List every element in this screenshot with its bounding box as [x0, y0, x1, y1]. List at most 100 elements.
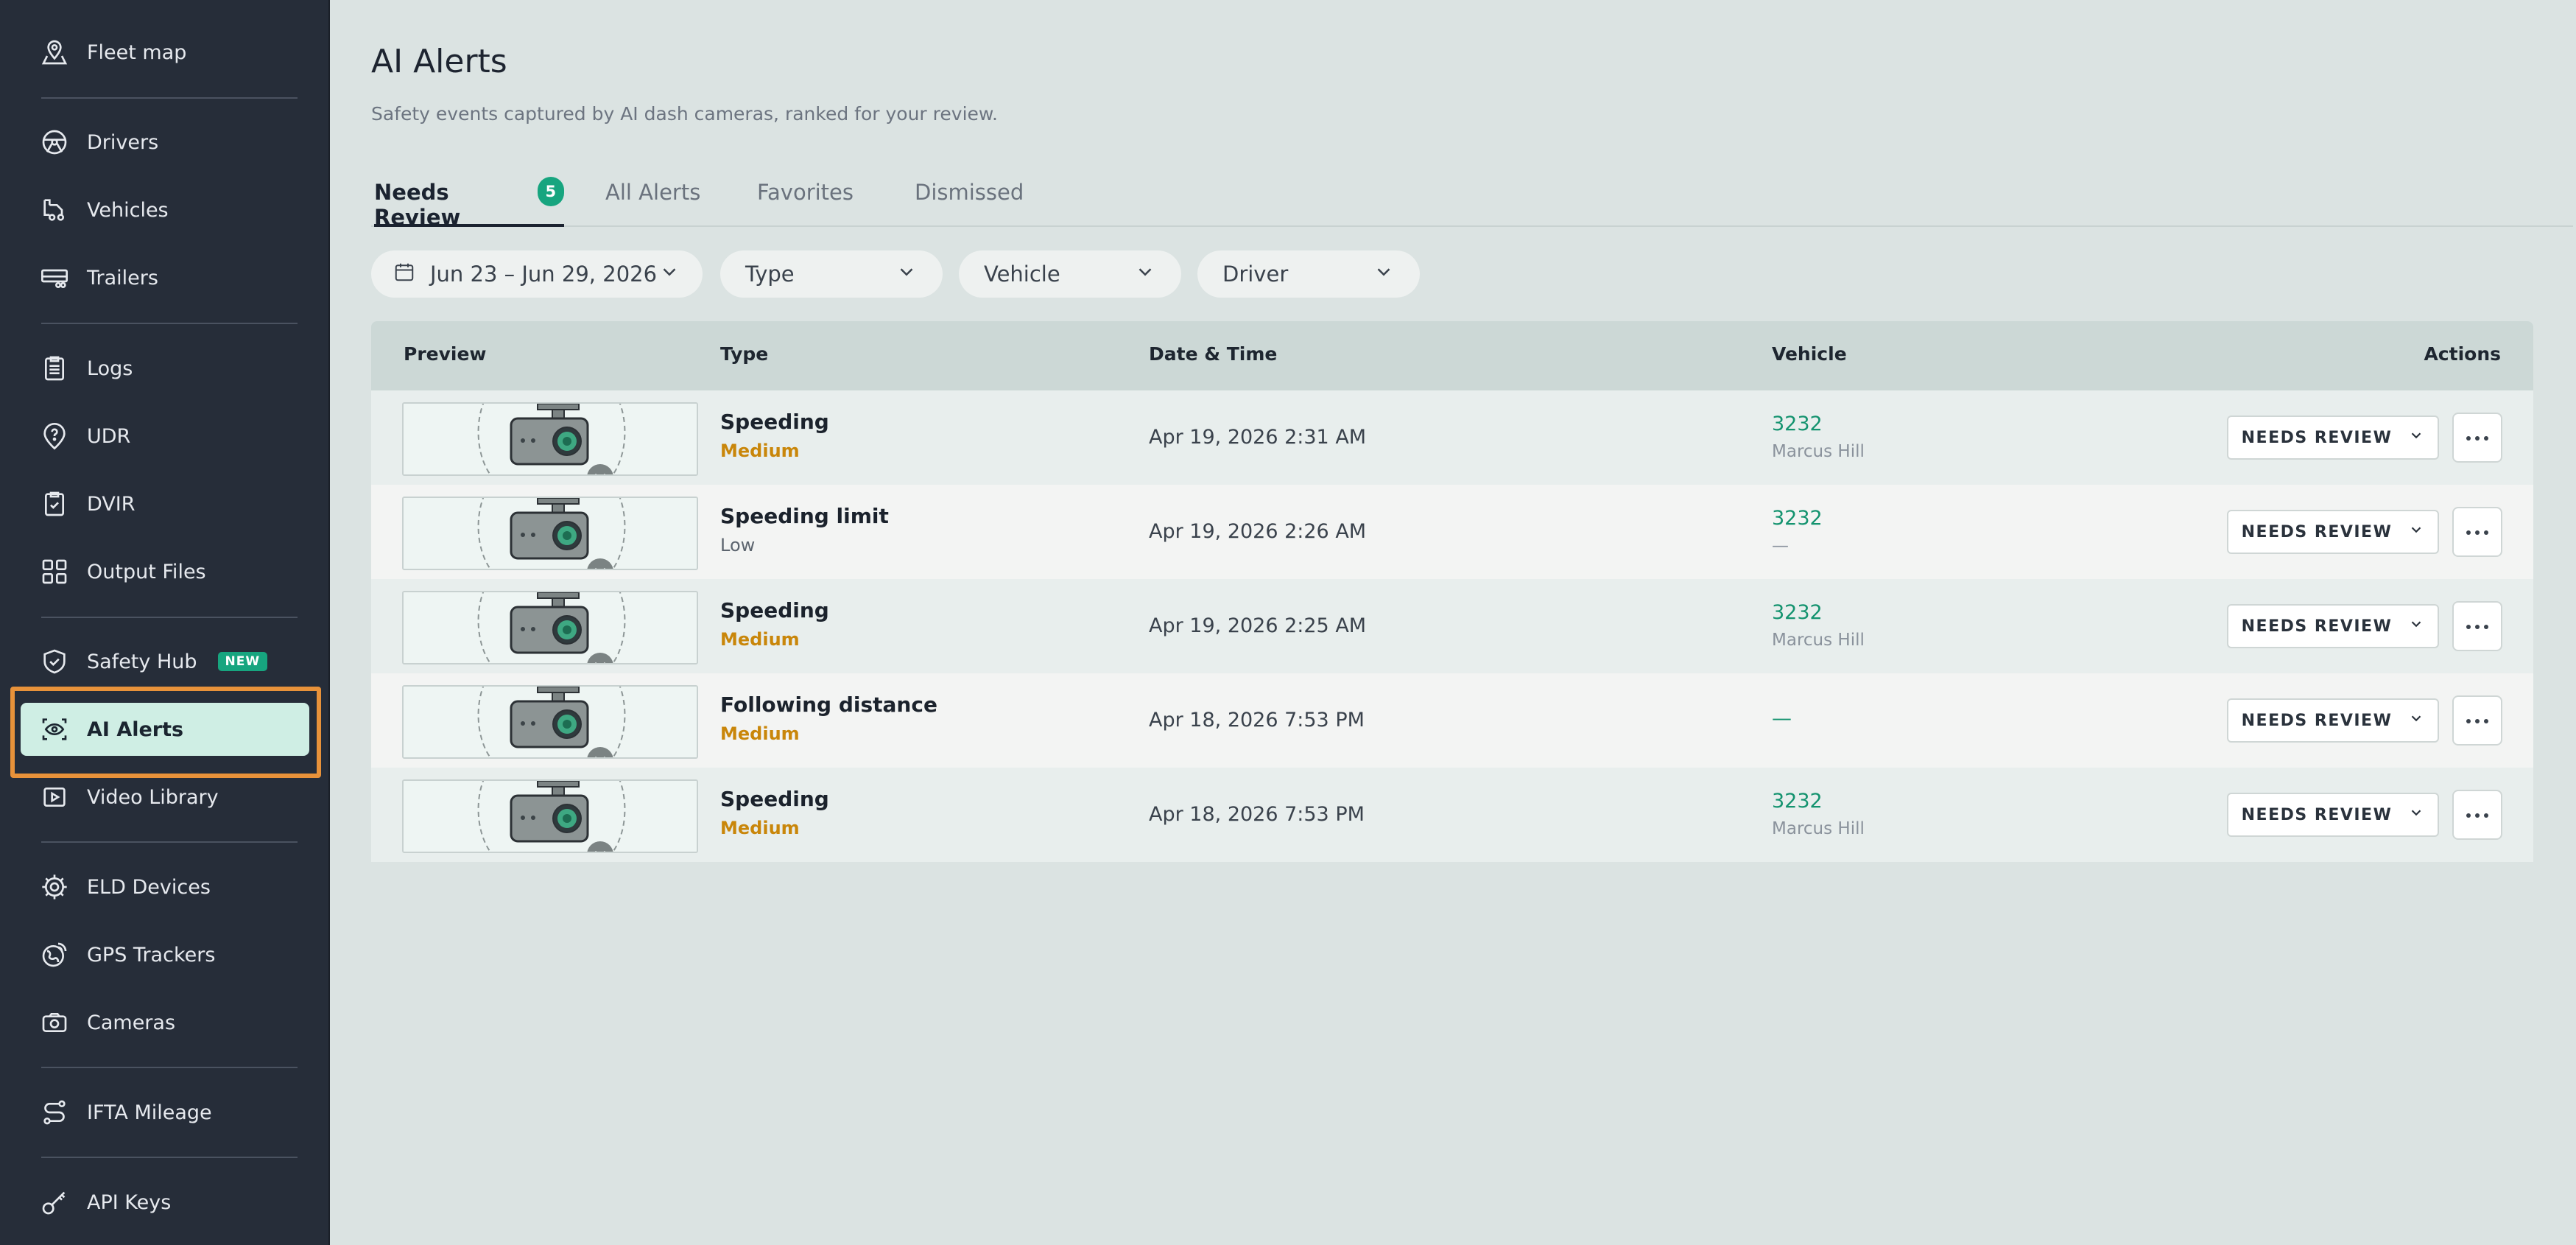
alert-preview-thumbnail[interactable]	[402, 685, 698, 759]
sidebar-item-label: UDR	[87, 424, 131, 448]
alert-preview-thumbnail[interactable]	[402, 402, 698, 476]
dash-camera-icon	[404, 687, 697, 757]
dash-camera-icon	[404, 781, 697, 852]
alert-severity: Low	[720, 535, 756, 555]
status-dropdown-button[interactable]: NEEDS REVIEW	[2227, 698, 2439, 743]
tab-bar: Needs Review 5 All Alerts Favorites Dism…	[371, 175, 2573, 230]
sidebar-item-dvir[interactable]: DVIR	[21, 477, 309, 530]
tab-dismissed[interactable]: Dismissed	[915, 175, 1024, 227]
sidebar-item-safety-hub[interactable]: Safety Hub NEW	[21, 635, 309, 688]
column-header-preview[interactable]: Preview	[404, 343, 487, 365]
vehicle-filter-label: Vehicle	[984, 262, 1060, 287]
sidebar-item-output-files[interactable]: Output Files	[21, 545, 309, 598]
vehicle-link[interactable]: 3232	[1772, 790, 1823, 813]
sidebar-item-udr[interactable]: UDR	[21, 410, 309, 463]
ellipsis-icon	[2465, 525, 2490, 539]
alert-severity: Medium	[720, 441, 800, 461]
table-row[interactable]: Following distance Medium Apr 18, 2026 7:5…	[371, 673, 2533, 768]
driver-filter[interactable]: Driver	[1197, 250, 1420, 298]
more-actions-button[interactable]	[2452, 507, 2502, 557]
sidebar-item-drivers[interactable]: Drivers	[21, 116, 309, 169]
vehicle-link[interactable]: 3232	[1772, 507, 1823, 530]
tab-label: Favorites	[757, 180, 854, 205]
table-row[interactable]: Speeding Medium Apr 18, 2026 7:53 PM 3232 Ma…	[371, 768, 2533, 862]
grid-icon	[40, 557, 69, 586]
sidebar: Fleet map Drivers Vehicles Trailers Logs…	[0, 0, 330, 1245]
table-header: Preview Type Date & Time Vehicle Actions	[371, 321, 2533, 390]
sidebar-item-label: Trailers	[87, 266, 158, 290]
sidebar-item-ai-alerts[interactable]: AI Alerts	[21, 703, 309, 756]
chevron-down-icon	[2408, 804, 2424, 825]
sidebar-item-cameras[interactable]: Cameras	[21, 996, 309, 1049]
sidebar-item-label: Logs	[87, 357, 133, 380]
alert-datetime: Apr 18, 2026 7:53 PM	[1149, 803, 1365, 826]
sidebar-divider	[41, 97, 298, 99]
eye-scan-icon	[40, 715, 69, 744]
column-header-type[interactable]: Type	[720, 343, 768, 365]
chevron-down-icon	[2408, 710, 2424, 731]
column-header-vehicle[interactable]: Vehicle	[1772, 343, 1847, 365]
sidebar-item-label: Fleet map	[87, 41, 187, 64]
alert-preview-thumbnail[interactable]	[402, 497, 698, 570]
sidebar-item-eld-devices[interactable]: ELD Devices	[21, 860, 309, 913]
sidebar-item-label: API Keys	[87, 1190, 172, 1214]
status-label: NEEDS REVIEW	[2241, 711, 2393, 730]
sidebar-item-trailers[interactable]: Trailers	[21, 251, 309, 304]
sidebar-item-fleet-map[interactable]: Fleet map	[21, 26, 309, 79]
sidebar-divider	[41, 1157, 298, 1158]
map-pin-icon	[40, 38, 69, 67]
table-row[interactable]: Speeding limit Low Apr 19, 2026 2:26 AM 323…	[371, 485, 2533, 579]
vehicle-link[interactable]: 3232	[1772, 601, 1823, 624]
alert-severity: Medium	[720, 723, 800, 744]
tab-needs-review[interactable]: Needs Review 5	[374, 175, 564, 230]
status-label: NEEDS REVIEW	[2241, 805, 2393, 824]
sidebar-item-label: ELD Devices	[87, 875, 211, 899]
alert-preview-thumbnail[interactable]	[402, 591, 698, 664]
sidebar-divider	[41, 841, 298, 843]
sidebar-item-label: Cameras	[87, 1011, 176, 1034]
sidebar-item-logs[interactable]: Logs	[21, 342, 309, 395]
alert-datetime: Apr 18, 2026 7:53 PM	[1149, 709, 1365, 732]
chevron-down-icon	[2408, 522, 2424, 542]
sidebar-item-api-keys[interactable]: API Keys	[21, 1176, 309, 1229]
sidebar-item-label: Output Files	[87, 560, 206, 583]
alert-type: Speeding	[720, 410, 829, 434]
more-actions-button[interactable]	[2452, 413, 2502, 463]
status-dropdown-button[interactable]: NEEDS REVIEW	[2227, 510, 2439, 554]
more-actions-button[interactable]	[2452, 601, 2502, 651]
more-actions-button[interactable]	[2452, 695, 2502, 746]
alert-severity: Medium	[720, 629, 800, 650]
vehicle-link[interactable]: 3232	[1772, 413, 1823, 435]
sidebar-item-vehicles[interactable]: Vehicles	[21, 183, 309, 236]
table-row[interactable]: Speeding Medium Apr 19, 2026 2:25 AM 3232 Ma…	[371, 579, 2533, 673]
status-dropdown-button[interactable]: NEEDS REVIEW	[2227, 793, 2439, 837]
sidebar-item-video-library[interactable]: Video Library	[21, 771, 309, 824]
type-filter[interactable]: Type	[720, 250, 943, 298]
trailer-icon	[40, 263, 69, 292]
vehicle-link[interactable]: —	[1772, 707, 1792, 730]
column-header-datetime[interactable]: Date & Time	[1149, 343, 1277, 365]
more-actions-button[interactable]	[2452, 790, 2502, 840]
sidebar-item-label: Safety Hub	[87, 650, 197, 673]
status-dropdown-button[interactable]: NEEDS REVIEW	[2227, 604, 2439, 648]
vehicle-filter[interactable]: Vehicle	[959, 250, 1181, 298]
table-row[interactable]: Speeding Medium Apr 19, 2026 2:31 AM 3232 Ma…	[371, 390, 2533, 485]
status-dropdown-button[interactable]: NEEDS REVIEW	[2227, 415, 2439, 460]
dash-camera-icon	[404, 498, 697, 569]
tab-label: Needs Review	[374, 180, 461, 230]
alert-preview-thumbnail[interactable]	[402, 779, 698, 853]
status-label: NEEDS REVIEW	[2241, 617, 2393, 636]
alert-severity: Medium	[720, 818, 800, 838]
sidebar-item-gps-trackers[interactable]: GPS Trackers	[21, 928, 309, 981]
sidebar-divider	[41, 323, 298, 324]
date-range-filter[interactable]: Jun 23 – Jun 29, 2026	[371, 250, 703, 298]
alert-datetime: Apr 19, 2026 2:31 AM	[1149, 426, 1367, 449]
camera-icon	[40, 1008, 69, 1037]
ellipsis-icon	[2465, 808, 2490, 822]
page-title: AI Alerts	[371, 43, 507, 80]
sidebar-item-ifta-mileage[interactable]: IFTA Mileage	[21, 1086, 309, 1139]
tab-all-alerts[interactable]: All Alerts	[605, 175, 700, 227]
sidebar-item-label: DVIR	[87, 492, 136, 516]
alerts-table: Preview Type Date & Time Vehicle Actions…	[371, 321, 2533, 862]
tab-favorites[interactable]: Favorites	[757, 175, 854, 227]
